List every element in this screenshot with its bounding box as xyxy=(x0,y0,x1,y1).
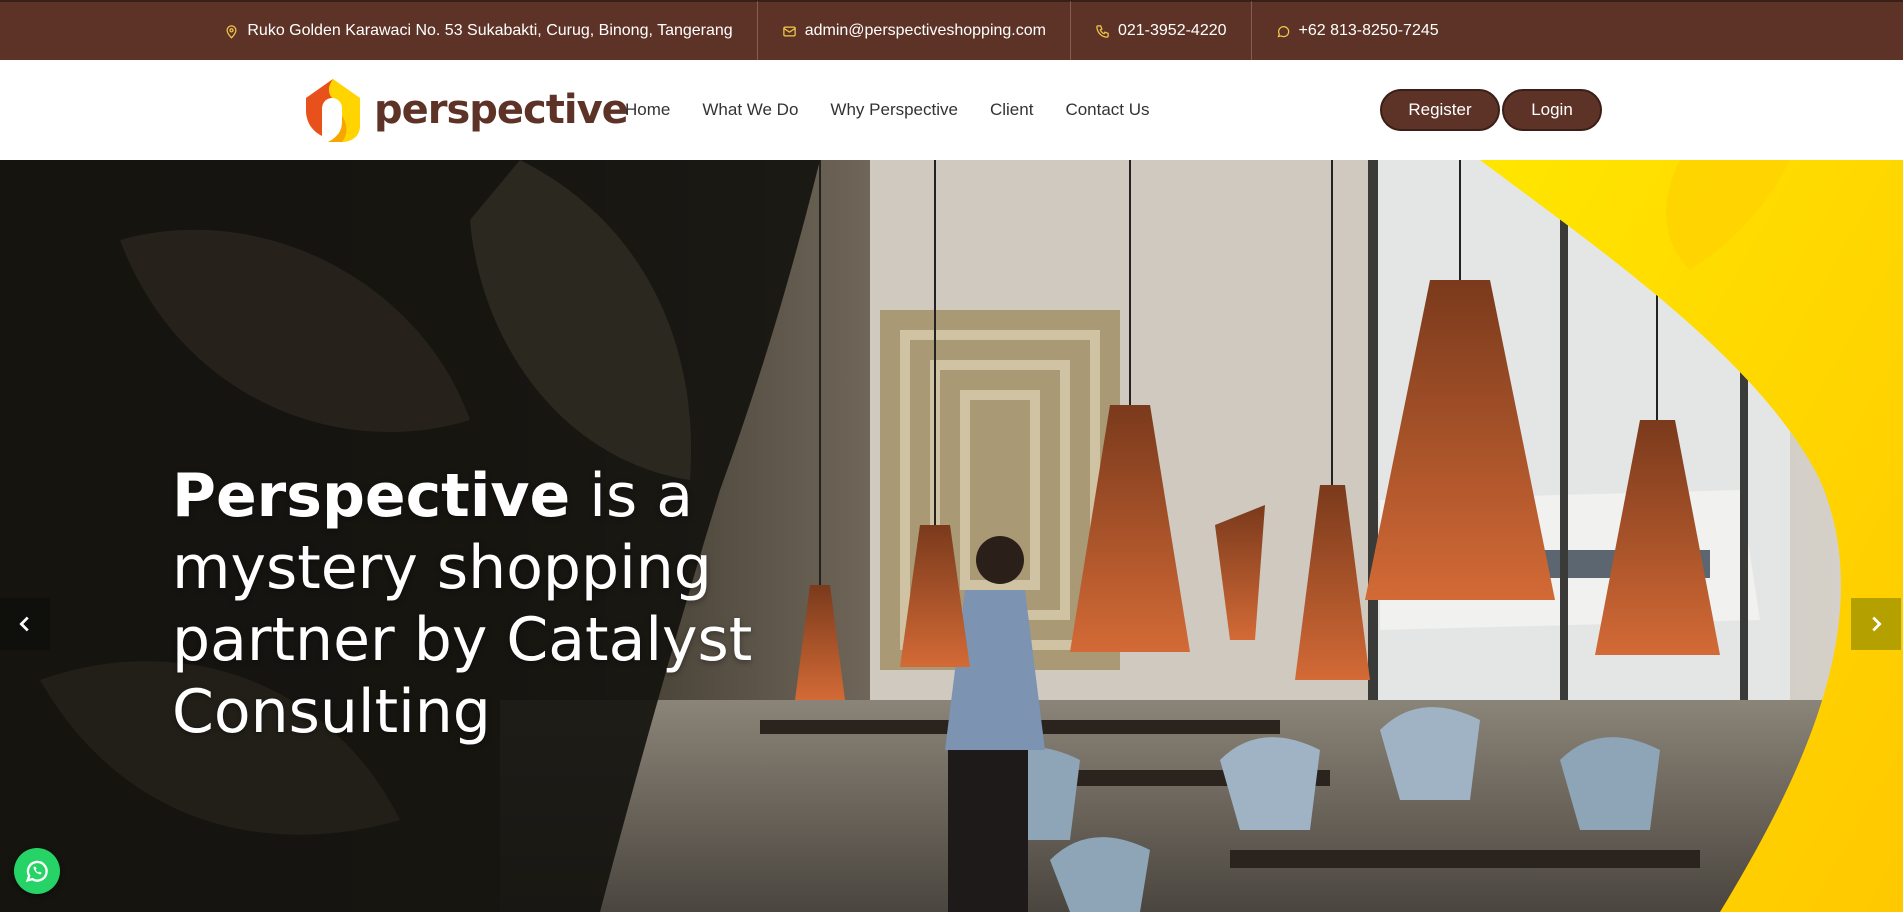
hero-title: Perspective is a mystery shopping partne… xyxy=(172,460,792,748)
phone-text[interactable]: 021-3952-4220 xyxy=(1118,22,1227,40)
nav-client[interactable]: Client xyxy=(990,100,1033,120)
email-text[interactable]: admin@perspectiveshopping.com xyxy=(805,22,1046,40)
mail-icon xyxy=(782,26,796,36)
register-button[interactable]: Register xyxy=(1380,89,1500,131)
whatsapp-icon xyxy=(1277,25,1289,37)
nav-home[interactable]: Home xyxy=(625,100,670,120)
contact-address: Ruko Golden Karawaci No. 53 Sukabakti, C… xyxy=(200,1,758,61)
slider-next-button[interactable] xyxy=(1851,598,1901,650)
top-contact-bar: Ruko Golden Karawaci No. 53 Sukabakti, C… xyxy=(0,0,1903,61)
whatsapp-text[interactable]: +62 813-8250-7245 xyxy=(1299,22,1439,40)
main-nav: Home What We Do Why Perspective Client C… xyxy=(625,60,1150,160)
site-header: perspective Home What We Do Why Perspect… xyxy=(0,60,1903,160)
whatsapp-icon xyxy=(25,860,48,882)
nav-contact-us[interactable]: Contact Us xyxy=(1065,100,1149,120)
nav-what-we-do[interactable]: What We Do xyxy=(702,100,798,120)
whatsapp-chat-button[interactable] xyxy=(14,848,60,894)
slider-prev-button[interactable] xyxy=(0,598,50,650)
contact-email[interactable]: admin@perspectiveshopping.com xyxy=(758,1,1071,61)
login-button[interactable]: Login xyxy=(1502,89,1602,131)
contact-phone[interactable]: 021-3952-4220 xyxy=(1071,1,1252,61)
nav-why-perspective[interactable]: Why Perspective xyxy=(830,100,958,120)
perspective-logo-icon xyxy=(306,79,360,142)
hero-title-bold: Perspective xyxy=(172,461,571,531)
hero-slider: Perspective is a mystery shopping partne… xyxy=(0,160,1903,912)
address-text: Ruko Golden Karawaci No. 53 Sukabakti, C… xyxy=(247,22,733,39)
phone-icon xyxy=(1096,24,1109,38)
chevron-right-icon xyxy=(1872,616,1882,632)
logo-text: perspective xyxy=(374,87,629,133)
map-pin-icon xyxy=(226,24,237,39)
contact-list: Ruko Golden Karawaci No. 53 Sukabakti, C… xyxy=(200,1,1462,61)
site-logo[interactable]: perspective xyxy=(302,76,629,144)
auth-buttons: Register Login xyxy=(1380,89,1602,131)
chevron-left-icon xyxy=(19,616,29,632)
contact-whatsapp[interactable]: +62 813-8250-7245 xyxy=(1252,1,1463,61)
